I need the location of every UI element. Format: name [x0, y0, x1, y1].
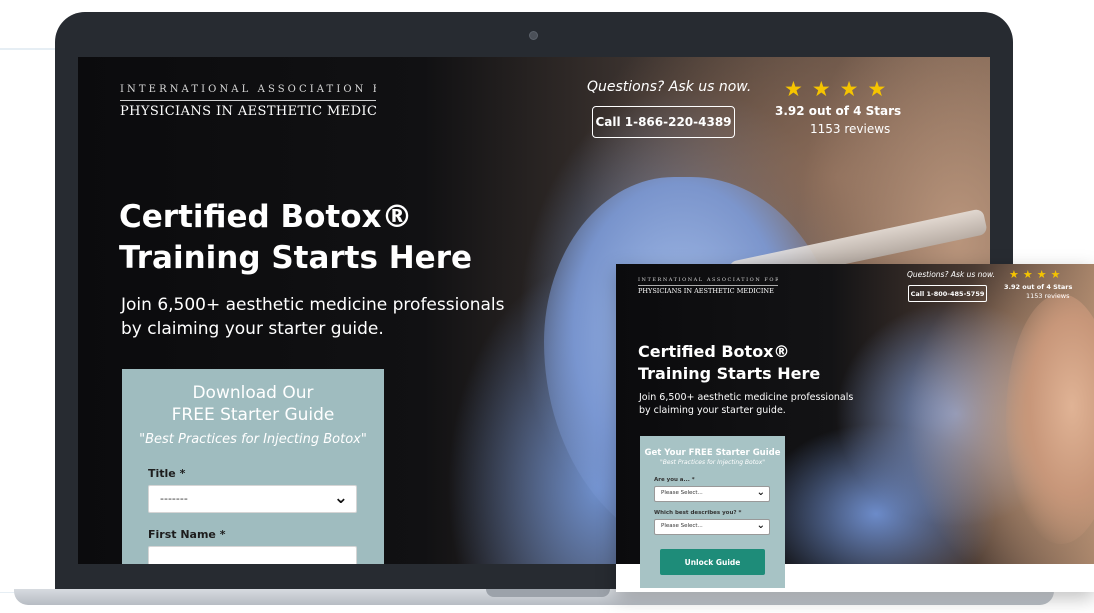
- laptop-notch: [486, 589, 610, 597]
- title-select-value: -------: [160, 492, 188, 505]
- first-name-input[interactable]: [148, 546, 357, 564]
- description-label: Which best describes you? *: [654, 510, 742, 516]
- title-select[interactable]: ------- ⌄: [148, 485, 357, 513]
- chevron-down-icon: ⌄: [333, 488, 348, 508]
- mobile-form-quote: "Best Practices for Injecting Botox": [659, 459, 766, 466]
- logo-line-2: PHYSICIANS IN AESTHETIC MEDICINE: [120, 104, 376, 119]
- questions-text: Questions? Ask us now.: [587, 79, 752, 95]
- site-logo[interactable]: INTERNATIONAL ASSOCIATION FOR PHYSICIANS…: [120, 84, 376, 119]
- profession-label: Are you a... *: [654, 477, 695, 483]
- mobile-logo-line-2: PHYSICIANS IN AESTHETIC MEDICINE: [638, 287, 774, 295]
- unlock-guide-button[interactable]: Unlock Guide: [660, 549, 765, 575]
- description-select-value: Please Select...: [661, 523, 703, 529]
- logo-line-1: INTERNATIONAL ASSOCIATION FOR: [120, 84, 376, 101]
- form-title: Download Our FREE Starter Guide: [122, 382, 384, 426]
- mobile-hero-title: Certified Botox® Training Starts Here: [638, 342, 821, 383]
- call-button[interactable]: Call 1-866-220-4389: [592, 106, 735, 138]
- mobile-logo-line-1: INTERNATIONAL ASSOCIATION FOR: [638, 277, 778, 286]
- form-title-line-1: Download Our: [192, 383, 314, 403]
- mobile-landing-page: INTERNATIONAL ASSOCIATION FOR PHYSICIANS…: [616, 264, 1094, 592]
- mobile-rating-text: 3.92 out of 4 Stars: [1004, 283, 1073, 291]
- mobile-lead-form: Get Your FREE Starter Guide "Best Practi…: [640, 436, 785, 588]
- chevron-down-icon: ⌄: [756, 520, 765, 531]
- mobile-questions-text: Questions? Ask us now.: [907, 270, 996, 279]
- mobile-hero-subtitle: Join 6,500+ aesthetic medicine professio…: [639, 392, 854, 416]
- rating-stars-icon: ★★★★: [784, 77, 896, 101]
- mobile-call-button[interactable]: Call 1-800-485-5759: [908, 285, 987, 302]
- reviews-count: 1153 reviews: [810, 122, 891, 136]
- mobile-rating-stars-icon: ★★★★: [1009, 268, 1065, 281]
- rating-text: 3.92 out of 4 Stars: [775, 104, 902, 118]
- form-quote: "Best Practices for Injecting Botox": [139, 432, 367, 447]
- mobile-site-logo[interactable]: INTERNATIONAL ASSOCIATION FOR PHYSICIANS…: [638, 277, 778, 295]
- mobile-reviews-count: 1153 reviews: [1026, 292, 1070, 300]
- hero-title: Certified Botox® Training Starts Here: [119, 199, 473, 276]
- mobile-form-title: Get Your FREE Starter Guide: [644, 448, 781, 458]
- first-name-label: First Name *: [148, 528, 226, 541]
- camera-icon: [529, 31, 538, 40]
- hero-subtitle: Join 6,500+ aesthetic medicine professio…: [121, 295, 505, 339]
- description-select[interactable]: Please Select... ⌄: [654, 519, 770, 535]
- chevron-down-icon: ⌄: [756, 487, 765, 498]
- profession-select[interactable]: Please Select... ⌄: [654, 486, 770, 502]
- lead-form: Download Our FREE Starter Guide "Best Pr…: [122, 369, 384, 564]
- form-title-line-2: FREE Starter Guide: [171, 405, 335, 425]
- profession-select-value: Please Select...: [661, 490, 703, 496]
- title-label: Title *: [148, 467, 186, 480]
